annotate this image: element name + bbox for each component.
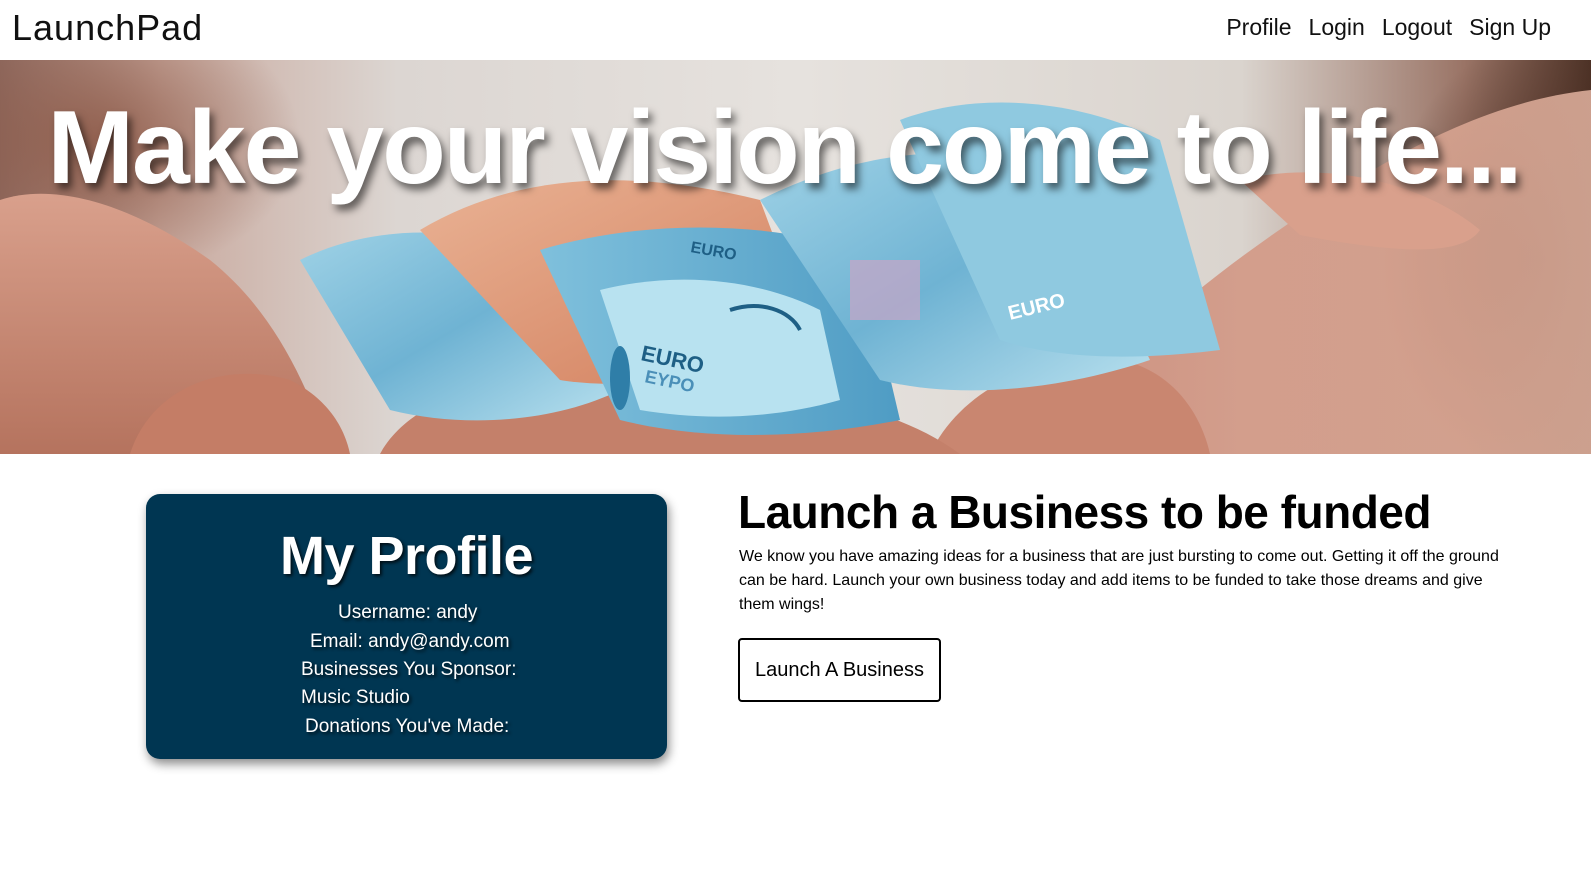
top-navbar: LaunchPad Profile Login Logout Sign Up <box>0 0 1591 60</box>
profile-donations-heading: Donations You've Made: <box>305 716 510 737</box>
profile-sponsored-business: Music Studio <box>301 687 410 708</box>
profile-title: My Profile <box>279 526 534 586</box>
brand-logo-link[interactable]: LaunchPad <box>12 6 203 50</box>
nav-link-profile[interactable]: Profile <box>1226 12 1291 42</box>
profile-email: Email: andy@andy.com <box>310 631 510 652</box>
nav-link-sign-up[interactable]: Sign Up <box>1469 12 1551 42</box>
nav-link-logout[interactable]: Logout <box>1382 12 1452 42</box>
nav-links: Profile Login Logout Sign Up <box>1226 12 1551 42</box>
launch-business-button[interactable]: Launch A Business <box>738 638 941 702</box>
launch-business-description: We know you have amazing ideas for a bus… <box>739 548 1499 613</box>
launch-business-title: Launch a Business to be funded <box>738 486 1431 538</box>
my-profile-card: My Profile Username: andy Email: andy@an… <box>146 494 667 759</box>
profile-username: Username: andy <box>338 602 478 623</box>
nav-link-login[interactable]: Login <box>1309 12 1365 42</box>
hero-banner: EURO EURO EYPO EURO Make your vision com… <box>0 60 1591 454</box>
hero-headline: Make your vision come to life... <box>47 90 1522 206</box>
profile-sponsor-heading: Businesses You Sponsor: <box>301 659 517 680</box>
